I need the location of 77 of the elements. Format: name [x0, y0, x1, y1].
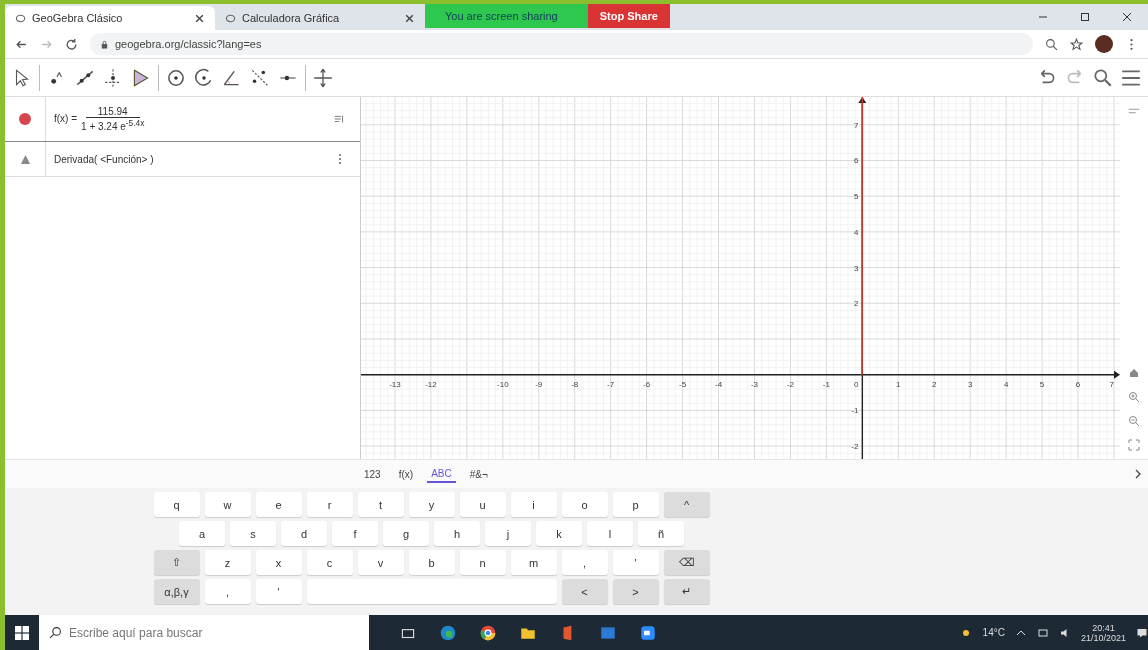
keyboard-tab[interactable]: ABC — [427, 465, 456, 483]
key[interactable]: d — [281, 521, 327, 546]
key[interactable]: ' — [612, 550, 659, 575]
zoom-in-icon[interactable] — [1128, 391, 1140, 403]
key[interactable]: y — [408, 492, 455, 517]
chevron-right-icon[interactable] — [1134, 468, 1142, 480]
keyboard-tab[interactable]: #&¬ — [465, 466, 492, 482]
profile-avatar[interactable] — [1095, 35, 1113, 53]
key[interactable]: f — [332, 521, 378, 546]
network-icon[interactable] — [1036, 626, 1049, 639]
key[interactable]: q — [153, 492, 200, 517]
move-view-icon[interactable] — [312, 66, 334, 89]
key[interactable]: z — [204, 550, 251, 575]
key[interactable]: ⇧ — [153, 550, 200, 575]
key[interactable]: ^ — [663, 492, 710, 517]
key[interactable]: t — [357, 492, 404, 517]
key[interactable]: v — [357, 550, 404, 575]
key[interactable]: p — [612, 492, 659, 517]
key[interactable]: c — [306, 550, 353, 575]
browser-tab[interactable]: Calculadora Gráfica — [215, 6, 425, 30]
windows-start-icon[interactable] — [15, 625, 29, 640]
clock-time: 20:41 — [1092, 622, 1115, 633]
warning-icon — [19, 153, 31, 165]
key[interactable]: g — [383, 521, 429, 546]
search-icon[interactable] — [1092, 66, 1114, 89]
chrome-browser-icon[interactable] — [479, 623, 497, 642]
key[interactable]: a — [179, 521, 225, 546]
key[interactable]: w — [204, 492, 251, 517]
key[interactable]: > — [612, 579, 659, 604]
key[interactable]: h — [434, 521, 480, 546]
key[interactable]: < — [561, 579, 608, 604]
key[interactable]: s — [230, 521, 276, 546]
video-camera-icon[interactable] — [639, 623, 657, 642]
key[interactable]: α,β,γ — [153, 579, 200, 604]
visibility-dot[interactable] — [19, 113, 31, 125]
lock-icon — [100, 39, 109, 49]
keyboard-tab[interactable]: 123 — [360, 466, 385, 482]
temperature: 14°C — [982, 627, 1005, 638]
key[interactable]: b — [408, 550, 455, 575]
stop-share-button[interactable]: Stop Share — [587, 4, 670, 28]
zoom-out-icon[interactable] — [1128, 415, 1140, 427]
taskbar-search-field[interactable]: Escribe aquí para buscar — [39, 615, 369, 650]
close-icon[interactable] — [194, 12, 205, 24]
denominator: 1 + 3.24 e$^{-5.4x}$ — [81, 117, 145, 133]
keyboard-tab[interactable]: f(x) — [394, 466, 418, 482]
key[interactable]: ⌫ — [663, 550, 710, 575]
close-icon[interactable] — [404, 12, 415, 24]
browser-tab[interactable]: GeoGebra Clásico — [5, 6, 215, 30]
zoom-icon[interactable] — [1045, 37, 1058, 51]
key[interactable]: k — [536, 521, 582, 546]
address-bar[interactable]: geogebra.org/classic?lang=es — [90, 33, 1033, 55]
key[interactable]: e — [255, 492, 302, 517]
key[interactable]: u — [459, 492, 506, 517]
key[interactable]: , — [204, 579, 251, 604]
function-name: f(x) = — [54, 113, 78, 125]
maximize-icon[interactable] — [1080, 12, 1090, 22]
format-icon[interactable] — [334, 113, 346, 125]
key[interactable]: j — [485, 521, 531, 546]
key[interactable]: i — [510, 492, 557, 517]
key[interactable]: o — [561, 492, 608, 517]
home-icon[interactable] — [1128, 367, 1140, 379]
key[interactable]: ñ — [638, 521, 684, 546]
notification-icon[interactable] — [1136, 626, 1148, 639]
clock-date: 21/10/2021 — [1080, 632, 1126, 643]
key[interactable]: l — [587, 521, 633, 546]
key[interactable]: n — [459, 550, 506, 575]
reload-icon[interactable] — [65, 37, 78, 51]
key[interactable]: ' — [255, 579, 302, 604]
numerator: 115.94 — [85, 105, 140, 118]
key[interactable]: ↵ — [663, 579, 710, 604]
key[interactable]: r — [306, 492, 353, 517]
sharing-status: You are screen sharing — [445, 10, 558, 22]
key[interactable]: x — [255, 550, 302, 575]
star-icon[interactable] — [1070, 37, 1083, 51]
close-icon[interactable] — [1122, 12, 1132, 22]
key[interactable]: m — [510, 550, 557, 575]
key[interactable]: , — [561, 550, 608, 575]
